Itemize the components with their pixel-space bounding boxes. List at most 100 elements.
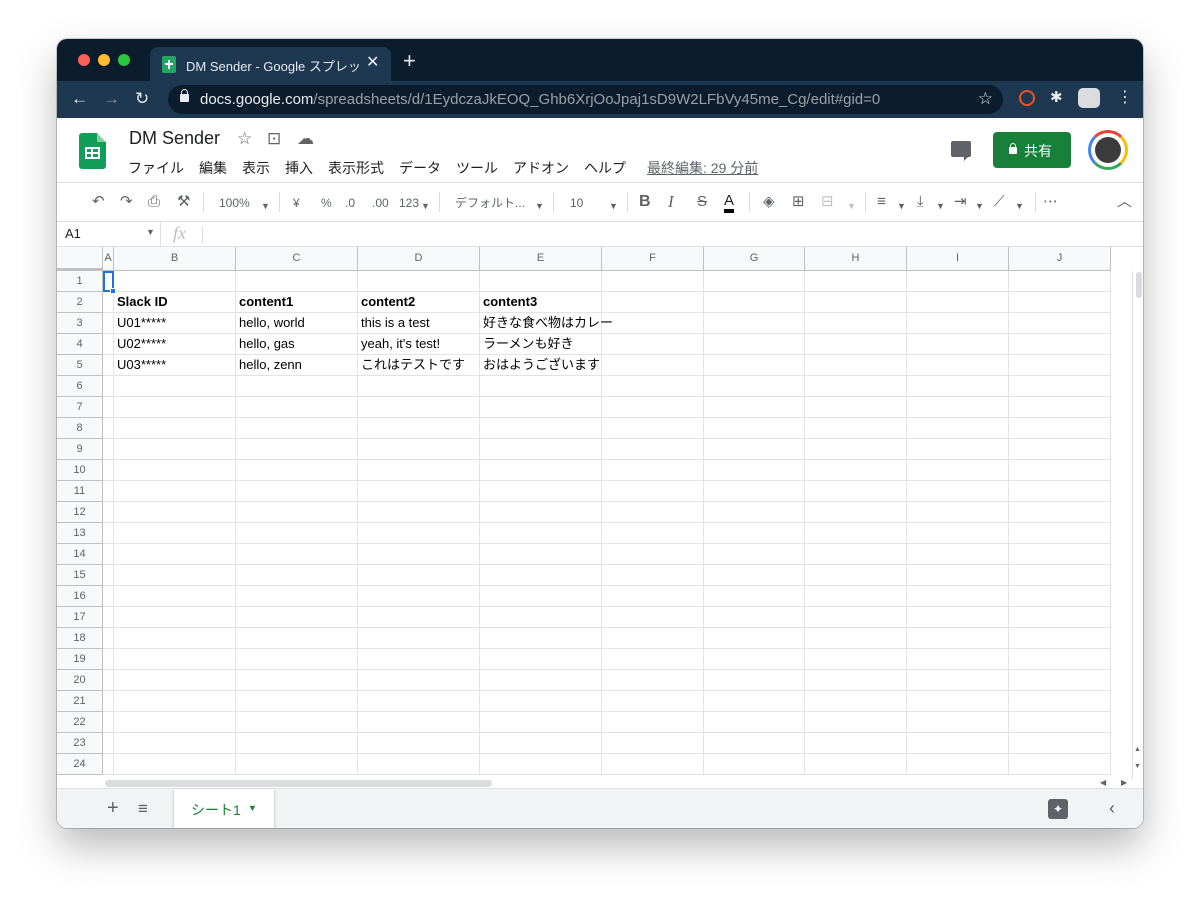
account-avatar[interactable] (1088, 130, 1128, 170)
cell-g24[interactable] (704, 754, 805, 775)
profile-avatar[interactable] (1078, 88, 1100, 108)
cell-a24[interactable] (103, 754, 114, 775)
row-header-7[interactable]: 7 (57, 397, 103, 418)
menu-view[interactable]: 表示 (242, 158, 277, 178)
row-header-12[interactable]: 12 (57, 502, 103, 523)
cell-a2[interactable] (103, 292, 114, 313)
cell-b10[interactable] (114, 460, 236, 481)
last-edit-link[interactable]: 最終編集: 29 分前 (647, 158, 758, 178)
redo-icon[interactable]: ↷ (120, 193, 133, 211)
cell-j5[interactable] (1009, 355, 1111, 376)
cell-g11[interactable] (704, 481, 805, 502)
cell-a8[interactable] (103, 418, 114, 439)
cell-g6[interactable] (704, 376, 805, 397)
cell-f17[interactable] (602, 607, 704, 628)
cell-d14[interactable] (358, 544, 480, 565)
fill-handle[interactable] (110, 288, 116, 294)
row-header-9[interactable]: 9 (57, 439, 103, 460)
cell-c1[interactable] (236, 271, 358, 292)
scroll-right-icon[interactable]: ▶ (1121, 778, 1127, 787)
cell-h8[interactable] (805, 418, 907, 439)
collapse-toolbar-icon[interactable]: ︿ (1117, 193, 1132, 211)
cell-j16[interactable] (1009, 586, 1111, 607)
cell-d19[interactable] (358, 649, 480, 670)
cell-b16[interactable] (114, 586, 236, 607)
cell-c15[interactable] (236, 565, 358, 586)
cell-j18[interactable] (1009, 628, 1111, 649)
bookmark-star-icon[interactable]: ☆ (978, 89, 993, 109)
cell-a19[interactable] (103, 649, 114, 670)
cell-i14[interactable] (907, 544, 1009, 565)
cell-a12[interactable] (103, 502, 114, 523)
cell-e11[interactable] (480, 481, 602, 502)
cell-j24[interactable] (1009, 754, 1111, 775)
cell-h1[interactable] (805, 271, 907, 292)
row-header-24[interactable]: 24 (57, 754, 103, 775)
currency-format-button[interactable]: ¥ (293, 194, 300, 212)
cell-h11[interactable] (805, 481, 907, 502)
cell-f21[interactable] (602, 691, 704, 712)
vertical-scrollbar[interactable]: ▲ ▼ (1132, 271, 1143, 779)
cell-h17[interactable] (805, 607, 907, 628)
explore-button[interactable]: ✦ (1048, 799, 1068, 819)
cell-a18[interactable] (103, 628, 114, 649)
cell-j3[interactable] (1009, 313, 1111, 334)
cell-h24[interactable] (805, 754, 907, 775)
cell-d8[interactable] (358, 418, 480, 439)
menu-tools[interactable]: ツール (456, 158, 505, 178)
name-box[interactable]: A1 (65, 226, 81, 241)
cloud-status-icon[interactable]: ☁ (297, 129, 314, 149)
cell-c22[interactable] (236, 712, 358, 733)
menu-data[interactable]: データ (399, 158, 448, 178)
undo-icon[interactable]: ↶ (92, 193, 105, 211)
cell-e14[interactable] (480, 544, 602, 565)
cell-d5[interactable]: これはテストです (358, 355, 480, 376)
cell-e3[interactable]: 好きな食べ物はカレー (480, 313, 613, 334)
chevron-down-icon[interactable]: ▼ (248, 803, 257, 813)
cell-i4[interactable] (907, 334, 1009, 355)
cell-c19[interactable] (236, 649, 358, 670)
cell-i11[interactable] (907, 481, 1009, 502)
horizontal-align-icon[interactable]: ≡ (877, 193, 886, 211)
cell-c12[interactable] (236, 502, 358, 523)
cell-g23[interactable] (704, 733, 805, 754)
cell-e6[interactable] (480, 376, 602, 397)
cell-e16[interactable] (480, 586, 602, 607)
cell-j12[interactable] (1009, 502, 1111, 523)
cell-a16[interactable] (103, 586, 114, 607)
cell-f15[interactable] (602, 565, 704, 586)
cell-e9[interactable] (480, 439, 602, 460)
horizontal-scroll-thumb[interactable] (105, 780, 492, 787)
cell-e21[interactable] (480, 691, 602, 712)
cell-d18[interactable] (358, 628, 480, 649)
cell-e18[interactable] (480, 628, 602, 649)
row-header-15[interactable]: 15 (57, 565, 103, 586)
comment-history-icon[interactable] (951, 141, 971, 161)
cell-j11[interactable] (1009, 481, 1111, 502)
cell-c13[interactable] (236, 523, 358, 544)
cell-f1[interactable] (602, 271, 704, 292)
cell-h6[interactable] (805, 376, 907, 397)
cell-d23[interactable] (358, 733, 480, 754)
cell-c3[interactable]: hello, world (236, 313, 358, 334)
cell-j22[interactable] (1009, 712, 1111, 733)
row-header-22[interactable]: 22 (57, 712, 103, 733)
cell-g16[interactable] (704, 586, 805, 607)
extension-icon[interactable] (1019, 90, 1035, 106)
cell-g4[interactable] (704, 334, 805, 355)
cell-c2[interactable]: content1 (236, 292, 358, 313)
cell-a15[interactable] (103, 565, 114, 586)
cell-d16[interactable] (358, 586, 480, 607)
cell-f20[interactable] (602, 670, 704, 691)
cell-d10[interactable] (358, 460, 480, 481)
minimize-window-button[interactable] (98, 54, 110, 66)
cell-h10[interactable] (805, 460, 907, 481)
move-folder-icon[interactable]: ⊡ (267, 129, 281, 149)
row-header-13[interactable]: 13 (57, 523, 103, 544)
cell-i23[interactable] (907, 733, 1009, 754)
cell-a3[interactable] (103, 313, 114, 334)
cell-e2[interactable]: content3 (480, 292, 602, 313)
cell-i20[interactable] (907, 670, 1009, 691)
row-header-16[interactable]: 16 (57, 586, 103, 607)
cell-g3[interactable] (704, 313, 805, 334)
